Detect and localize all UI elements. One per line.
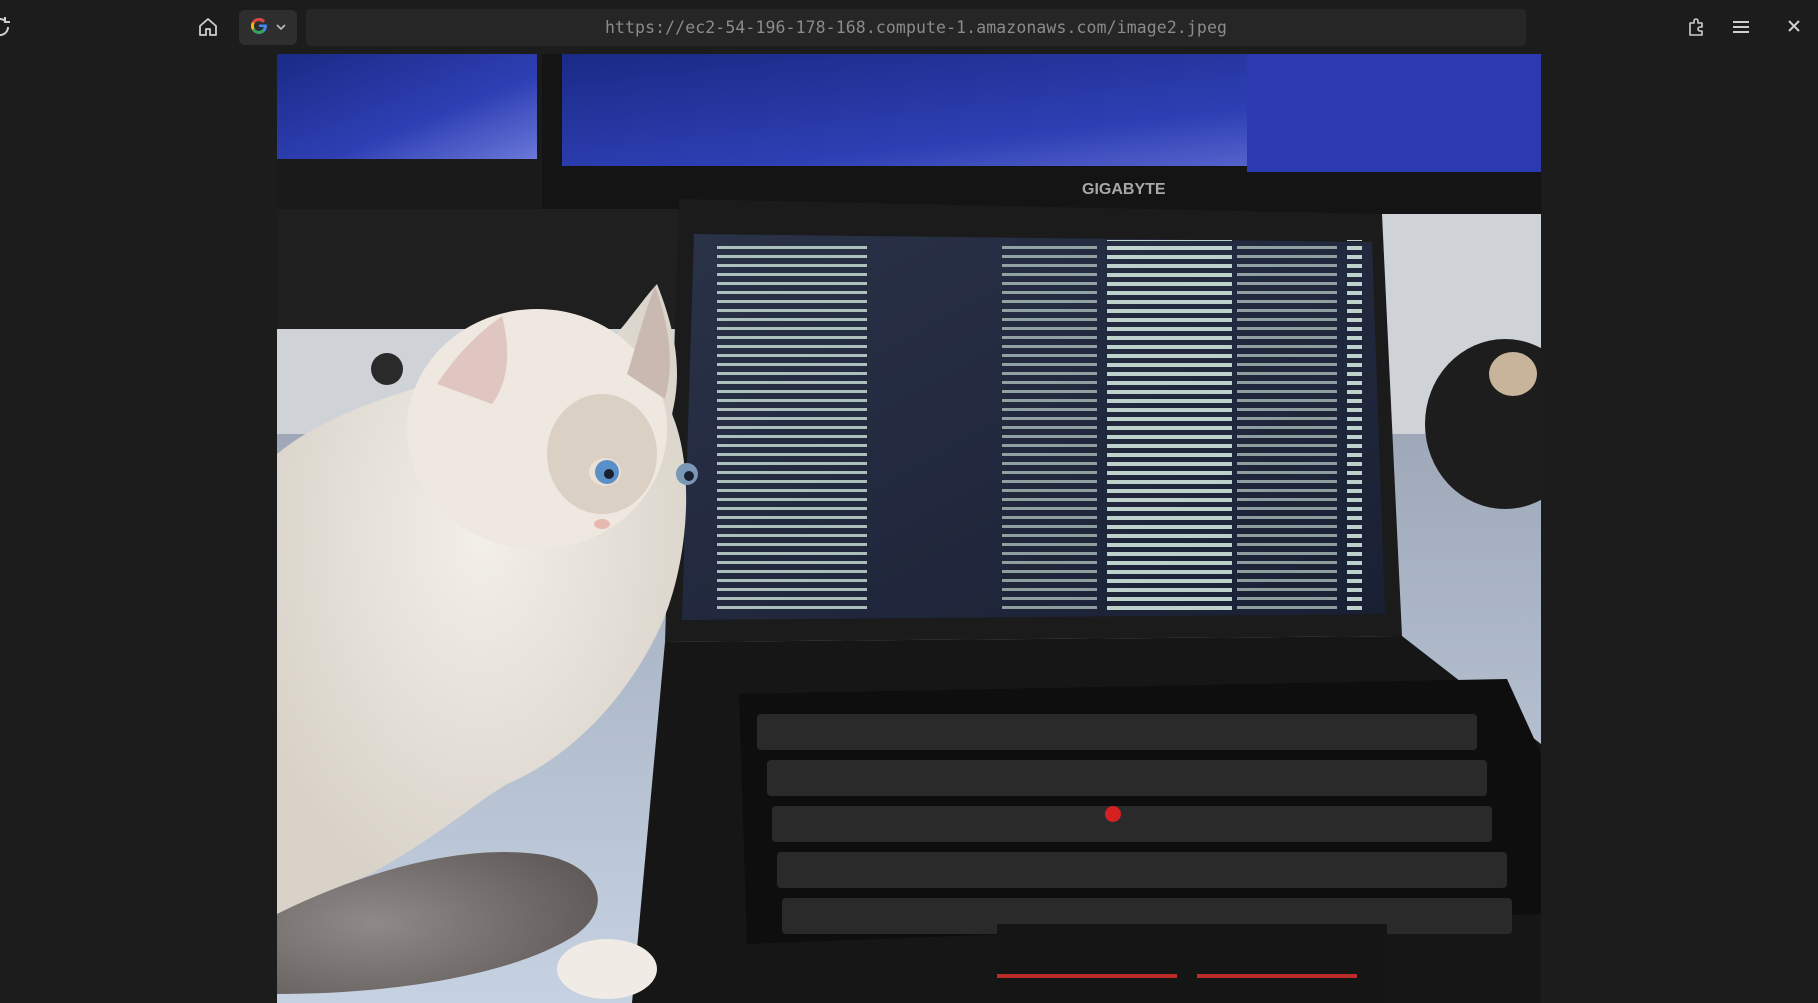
close-icon[interactable] — [1778, 10, 1810, 42]
hamburger-menu-icon[interactable] — [1725, 12, 1757, 42]
home-icon[interactable] — [193, 12, 223, 42]
address-bar[interactable]: https://ec2-54-196-178-168.compute-1.ama… — [306, 9, 1526, 46]
photo-illustration: GIGABYTE — [277, 54, 1541, 1003]
url-text[interactable]: https://ec2-54-196-178-168.compute-1.ama… — [605, 18, 1227, 37]
browser-toolbar: https://ec2-54-196-178-168.compute-1.ama… — [0, 0, 1818, 54]
reload-icon[interactable] — [0, 14, 14, 40]
google-icon — [249, 16, 269, 40]
search-engine-button[interactable] — [239, 10, 297, 45]
chevron-down-icon — [275, 18, 287, 37]
extensions-icon[interactable] — [1680, 12, 1712, 42]
image-viewer: GIGABYTE — [0, 54, 1818, 1003]
monitor-brand-label: GIGABYTE — [1082, 181, 1166, 198]
displayed-image: GIGABYTE — [277, 54, 1541, 1003]
